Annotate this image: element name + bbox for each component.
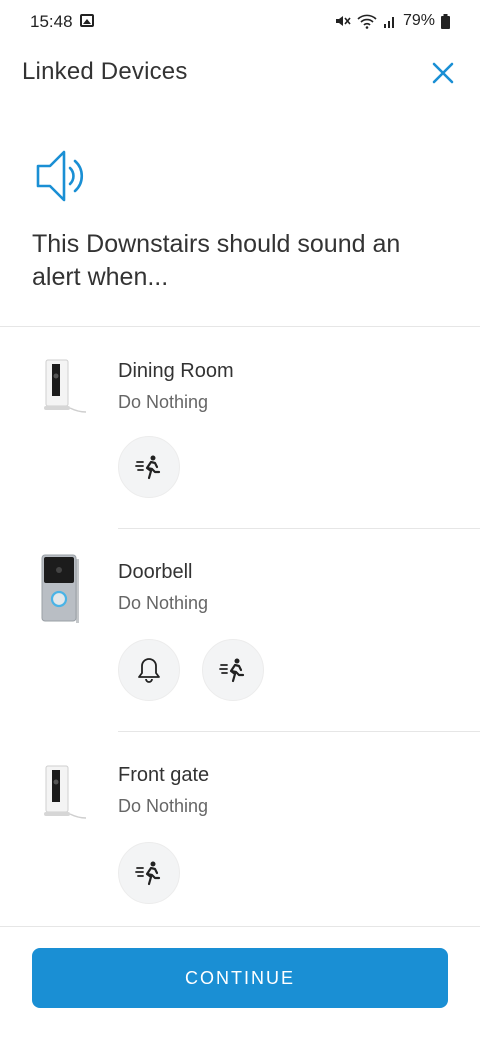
status-time: 15:48 [30,12,73,31]
signal-icon [383,17,394,28]
motion-trigger-button[interactable] [118,842,180,904]
indoor-camera-thumbnail [38,358,88,419]
motion-icon [135,455,161,480]
footer-divider [0,926,480,927]
ring-trigger-button[interactable] [118,639,180,701]
status-indicators: 79% [335,12,450,30]
close-button[interactable] [432,62,454,84]
trigger-row [118,842,180,904]
divider [118,528,480,529]
trigger-row [118,639,264,701]
motion-trigger-button[interactable] [202,639,264,701]
indoor-camera-thumbnail [38,764,88,825]
motion-trigger-button[interactable] [118,436,180,498]
page-title: Linked Devices [22,58,188,85]
divider [0,326,480,327]
doorbell-thumbnail [38,553,88,632]
motion-icon [219,658,245,683]
trigger-row [118,436,180,498]
device-name: Front gate [118,764,210,786]
motion-icon [135,861,161,886]
wifi-icon [357,14,377,29]
device-status: Do Nothing [118,392,209,412]
divider [118,731,480,732]
prompt-heading: This Downstairs should sound an alert wh… [32,230,401,291]
speaker-icon [34,148,94,209]
device-name: Doorbell [118,561,193,583]
device-status: Do Nothing [118,593,209,613]
image-notification-icon [80,14,94,27]
status-bar: 15:48 79% [0,0,480,44]
continue-button[interactable]: CONTINUE [32,948,448,1008]
device-name: Dining Room [118,360,234,382]
battery-percent: 79% [402,12,435,29]
close-icon [432,62,454,84]
battery-icon [441,13,450,29]
mute-icon [335,16,351,26]
bell-icon [138,658,160,683]
device-status: Do Nothing [118,796,209,816]
